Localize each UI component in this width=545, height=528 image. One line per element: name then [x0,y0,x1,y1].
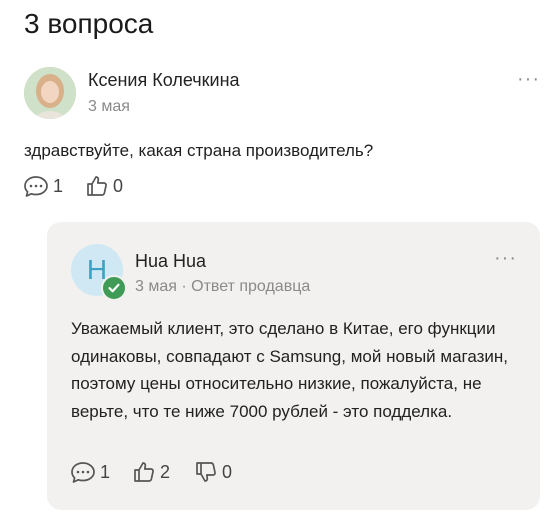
answer-likes-count: 2 [160,461,171,482]
question-date: 3 мая [88,98,130,115]
thumbs-up-icon [87,176,107,196]
answer-more-button[interactable]: ··· [494,248,517,268]
question-like-button[interactable]: 0 [85,174,123,198]
answer-comments-count: 1 [100,461,111,482]
avatar [24,67,76,119]
comment-icon [71,462,95,483]
answer-like-button[interactable]: 2 [132,460,170,484]
question-text: здравствуйте, какая страна производитель… [24,141,374,160]
question-more-button[interactable]: ··· [517,69,540,89]
question-likes-count: 0 [113,175,124,196]
question-comments-count: 1 [53,175,64,196]
answer-text: Уважаемый клиент, это сделано в Китае, е… [71,319,509,421]
page-title: 3 вопроса [24,8,154,39]
seller-name[interactable]: Hua Hua [135,251,206,272]
verified-badge-icon [101,275,127,301]
seller-answer-meta: 3 мая · Ответ продавца [135,278,311,295]
question-comments-button[interactable]: 1 [23,174,63,198]
answer-dislikes-count: 0 [222,461,233,482]
user-photo [24,67,76,119]
check-icon [108,283,120,293]
thumbs-up-icon [134,462,154,482]
answer-comments-button[interactable]: 1 [70,460,110,484]
comment-icon [24,176,48,197]
answer-dislike-button[interactable]: 0 [194,460,232,484]
thumbs-down-icon [196,462,216,482]
question-author[interactable]: Ксения Колечкина [88,70,240,91]
